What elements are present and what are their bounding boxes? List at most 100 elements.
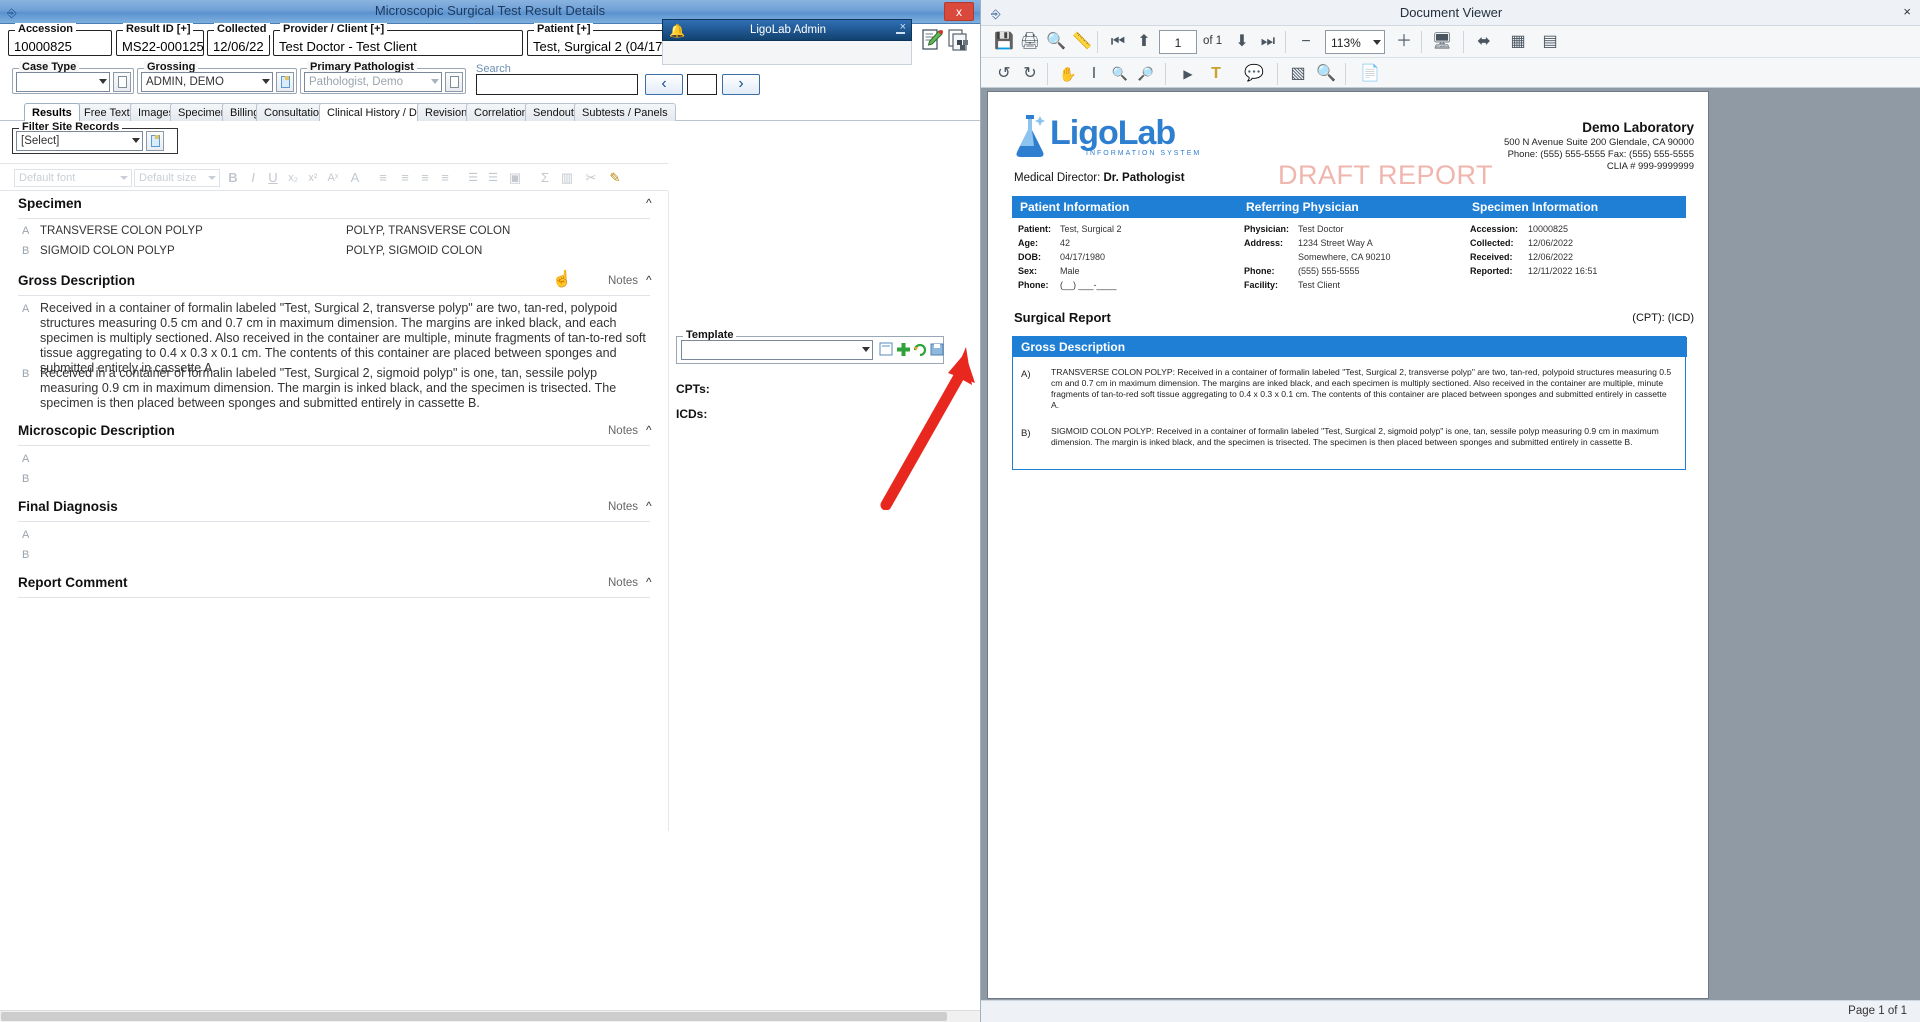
thumbnails-icon[interactable]: ▦ [1505,29,1531,55]
accession-field[interactable]: Accession 10000825 [8,23,112,56]
gross-description-notes-link[interactable]: Notes [608,275,638,287]
comment-icon[interactable]: 💬 [1241,61,1267,87]
zoom-in-icon[interactable]: ＋ [1391,29,1417,55]
document-page[interactable]: LigoLab INFORMATION SYSTEM Demo Laborato… [987,91,1709,999]
gross-paragraph-text[interactable]: Received in a container of formalin labe… [40,301,650,376]
text-markup-icon[interactable]: T [1203,61,1229,87]
font-color-icon[interactable]: A [346,168,364,188]
horizontal-scrollbar[interactable] [0,1010,980,1022]
provider-client-field[interactable]: Provider / Client [+] Test Doctor - Test… [273,23,523,56]
italic-icon[interactable]: I [244,168,262,188]
gross-paragraph-text[interactable]: Received in a container of formalin labe… [40,366,650,411]
insert-box-icon[interactable]: ▣ [506,168,524,188]
filter-site-records-combo[interactable]: [Select] [16,131,143,151]
microscopic-notes-link[interactable]: Notes [608,425,638,437]
bullet-list-icon[interactable]: ☰ [484,168,502,188]
pan-hand-icon[interactable]: ✋ [1055,61,1081,87]
attachment-icon[interactable]: 📄 [1357,61,1383,87]
search-input[interactable] [476,74,638,95]
document-canvas[interactable]: LigoLab INFORMATION SYSTEM Demo Laborato… [981,88,1920,1022]
font-size-select[interactable]: Default size [134,169,220,187]
document-viewer-toolbar-top: 💾 🖨 🔍 📏 ⏮ ⬆ 1 of 1 ⬇ ⏭ − 113% ＋ 🖥 ⬌ ▦ ▤ [981,26,1920,58]
fit-screen-icon[interactable]: 🖥 [1429,29,1455,55]
template-combo[interactable] [681,340,873,360]
tab-free-text[interactable]: Free Text [76,103,138,121]
highlight-icon[interactable]: ✎ [606,168,624,188]
filter-site-lookup-button[interactable] [146,131,164,151]
prev-record-button[interactable]: ‹ [645,74,683,95]
template-browse-icon[interactable] [879,342,894,357]
fit-width-icon[interactable]: ⬌ [1471,29,1497,55]
document-viewer-close-icon[interactable]: × [1903,4,1911,19]
close-button[interactable]: x [944,2,974,21]
final-diagnosis-notes-link[interactable]: Notes [608,501,638,513]
subscript-icon[interactable]: x₂ [284,168,302,188]
rotate-right-icon[interactable]: ↻ [1017,61,1043,87]
template-add-icon[interactable] [896,342,911,357]
sigma-icon[interactable]: Σ [536,168,554,188]
gross-description-box: Gross Description A) TRANSVERSE COLON PO… [1012,336,1687,470]
print-icon[interactable]: 🖨 [1017,29,1043,55]
attach-icon[interactable]: ✂ [582,168,600,188]
prev-page-icon[interactable]: ⬆ [1131,29,1157,55]
search-doc-icon[interactable]: 🔍 [1313,61,1339,87]
zoom-tool-icon[interactable]: 🔍 [1107,61,1133,87]
page-layout-icon[interactable]: ▧ [1285,61,1311,87]
align-left-icon[interactable]: ≡ [374,168,392,188]
template-save-icon[interactable] [930,342,945,357]
zoom-level-select[interactable]: 113% [1325,30,1385,54]
report-comment-notes-link[interactable]: Notes [608,577,638,589]
next-page-icon[interactable]: ⬇ [1229,29,1255,55]
toolbar-separator [1285,31,1286,53]
gross-description-collapse-icon[interactable]: ^ [646,273,652,287]
numbered-list-icon[interactable]: ☰ [464,168,482,188]
align-center-icon[interactable]: ≡ [396,168,414,188]
font-family-select[interactable]: Default font [14,169,132,187]
case-type-combo[interactable] [16,72,110,92]
ruler-icon[interactable]: 📏 [1069,29,1095,55]
bold-icon[interactable]: B [224,168,242,188]
result-id-field[interactable]: Result ID [+] MS22-000125 [116,23,204,56]
specimen-collapse-icon[interactable]: ^ [646,196,652,210]
toast-minimize-icon[interactable] [896,32,905,34]
scrollbar-thumb[interactable] [1,1012,947,1021]
template-group: Template [676,329,945,364]
align-justify-icon[interactable]: ≡ [436,168,454,188]
print-reports-icon[interactable] [948,28,972,52]
primary-pathologist-combo[interactable]: Pathologist, Demo [304,72,442,92]
last-page-icon[interactable]: ⏭ [1255,29,1281,55]
microscopic-description-section-title: Microscopic Description [18,423,175,438]
ligolab-admin-toast[interactable]: 🔔 LigoLab Admin × [662,19,912,41]
window-title: Microscopic Surgical Test Result Details [374,3,606,18]
find-icon[interactable]: 🔍 [1043,29,1069,55]
grossing-combo[interactable]: ADMIN, DEMO [141,72,273,92]
zoom-area-icon[interactable]: 🔎 [1133,61,1159,87]
clear-format-icon[interactable]: Aˣ [324,168,342,188]
first-page-icon[interactable]: ⏮ [1105,29,1131,55]
table-icon[interactable]: ▥ [558,168,576,188]
grossing-lookup-button[interactable] [276,72,294,92]
page-number-input[interactable]: 1 [1159,30,1197,54]
edit-report-icon[interactable] [922,28,944,52]
text-select-icon[interactable]: I [1081,61,1107,87]
collected-field[interactable]: Collected 12/06/22 [207,23,270,56]
tab-results[interactable]: Results [24,103,80,121]
pointer-icon[interactable]: ▶ [1175,61,1201,87]
final-diagnosis-collapse-icon[interactable]: ^ [646,499,652,513]
primary-pathologist-lookup-button[interactable] [445,72,463,92]
case-type-lookup-button[interactable] [113,72,131,92]
next-record-button[interactable]: › [722,74,760,95]
ligolab-logo [1012,112,1048,165]
single-page-icon[interactable]: ▤ [1537,29,1563,55]
align-right-icon[interactable]: ≡ [416,168,434,188]
underline-icon[interactable]: U [264,168,282,188]
rotate-left-icon[interactable]: ↺ [991,61,1017,87]
superscript-icon[interactable]: x² [304,168,322,188]
save-icon[interactable]: 💾 [991,29,1017,55]
record-index-input[interactable] [687,74,717,95]
microscopic-collapse-icon[interactable]: ^ [646,423,652,437]
template-refresh-icon[interactable] [913,342,928,357]
tab-subtests-panels[interactable]: Subtests / Panels [574,103,676,121]
report-comment-collapse-icon[interactable]: ^ [646,575,652,589]
zoom-out-icon[interactable]: − [1293,29,1319,55]
